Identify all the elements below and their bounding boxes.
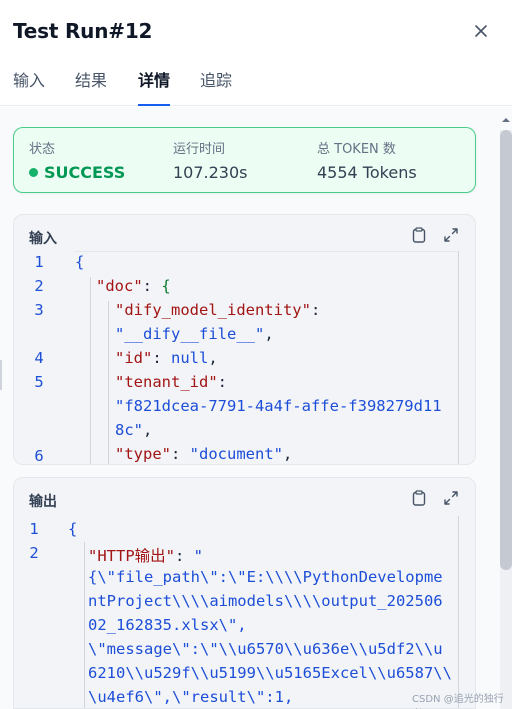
input-code-editor[interactable]: 1 2 3 4 5 6 { "doc": { "dify_model_ident… <box>14 251 475 465</box>
line-number: 1 <box>34 253 44 271</box>
tab-details[interactable]: 详情 <box>138 67 171 106</box>
expand-icon[interactable] <box>442 489 460 507</box>
code-line: "dify_model_identity": <box>115 301 321 319</box>
status-stat: 状态 SUCCESS <box>29 138 125 182</box>
line-number: 5 <box>34 373 44 391</box>
code-line: "HTTP输出": " <box>88 547 204 565</box>
status-dot-icon <box>29 168 38 177</box>
code-line: \"message\":\"\\u6570\\u636e\\u5df2\\u <box>88 640 443 658</box>
status-value: SUCCESS <box>29 163 125 182</box>
code-line: 02_162835.xlsx\", <box>88 616 247 634</box>
code-line: "tenant_id": <box>115 373 227 391</box>
code-line: { <box>75 253 85 271</box>
line-number: 4 <box>34 349 44 367</box>
runtime-value: 107.230s <box>173 163 248 182</box>
header: Test Run#12 <box>0 0 512 62</box>
output-code-editor[interactable]: 1 2 { "HTTP输出": " {\"file_path\":\"E:\\\… <box>14 516 475 708</box>
line-number: 6 <box>34 447 44 465</box>
code-line: \u4ef6\",\"result\":1, <box>88 688 294 706</box>
indent-guide <box>90 277 91 464</box>
code-line: ntProject\\\\aimodels\\\\output_202506 <box>88 592 443 610</box>
status-label: 状态 <box>29 142 56 157</box>
line-number: 2 <box>29 544 39 562</box>
close-icon[interactable] <box>470 20 492 42</box>
watermark: CSDN @追光的独行者 <box>412 694 504 705</box>
code-line: "__dify__file__", <box>115 325 274 343</box>
line-number: 2 <box>34 277 44 295</box>
tab-bar: 输入 结果 详情 追踪 <box>0 62 512 106</box>
left-edge-marker <box>0 360 2 390</box>
indent-guide <box>108 301 109 464</box>
code-line: 6210\\u529f\\u5199\\u5165Excel\\u6587\\ <box>88 664 452 682</box>
code-line: "id": null, <box>115 349 218 367</box>
editor-ruler <box>458 516 459 708</box>
line-highlight <box>74 251 457 252</box>
editor-ruler <box>458 251 459 464</box>
status-card: 状态 SUCCESS 运行时间 107.230s 总 TOKEN 数 4554 … <box>13 127 476 193</box>
tab-input[interactable]: 输入 <box>13 67 45 105</box>
status-text: SUCCESS <box>44 163 126 182</box>
code-line: {\"file_path\":\"E:\\\\PythonDevelopme <box>88 568 443 586</box>
tab-trace[interactable]: 追踪 <box>200 67 232 105</box>
indent-guide <box>84 542 85 708</box>
input-panel: 输入 1 2 3 4 5 6 { "doc": { "dify_model_id… <box>13 214 476 465</box>
runtime-label: 运行时间 <box>173 142 226 157</box>
code-line: 8c", <box>115 421 153 439</box>
scrollbar-thumb[interactable] <box>500 130 512 570</box>
clipboard-icon[interactable] <box>410 226 428 244</box>
output-panel: 输出 1 2 { "HTTP输出": " {\"file_path\":\"E:… <box>13 477 476 709</box>
output-panel-title: 输出 <box>29 494 57 510</box>
code-line: "type": "document", <box>115 445 293 463</box>
window-title: Test Run#12 <box>13 19 153 43</box>
clipboard-icon[interactable] <box>410 489 428 507</box>
tokens-stat: 总 TOKEN 数 4554 Tokens <box>317 138 417 182</box>
code-line: "doc": { <box>96 277 171 295</box>
tab-result[interactable]: 结果 <box>75 67 107 105</box>
tokens-value: 4554 Tokens <box>317 163 417 182</box>
tokens-label: 总 TOKEN 数 <box>317 142 396 157</box>
code-line: { <box>68 520 78 538</box>
line-number: 3 <box>34 301 44 319</box>
code-line: "f821dcea-7791-4a4f-affe-f398279d11 <box>115 397 442 415</box>
runtime-stat: 运行时间 107.230s <box>173 138 248 182</box>
line-number: 1 <box>29 520 39 538</box>
expand-icon[interactable] <box>442 226 460 244</box>
input-panel-title: 输入 <box>29 231 57 247</box>
scroll-up-icon[interactable] <box>500 112 512 122</box>
